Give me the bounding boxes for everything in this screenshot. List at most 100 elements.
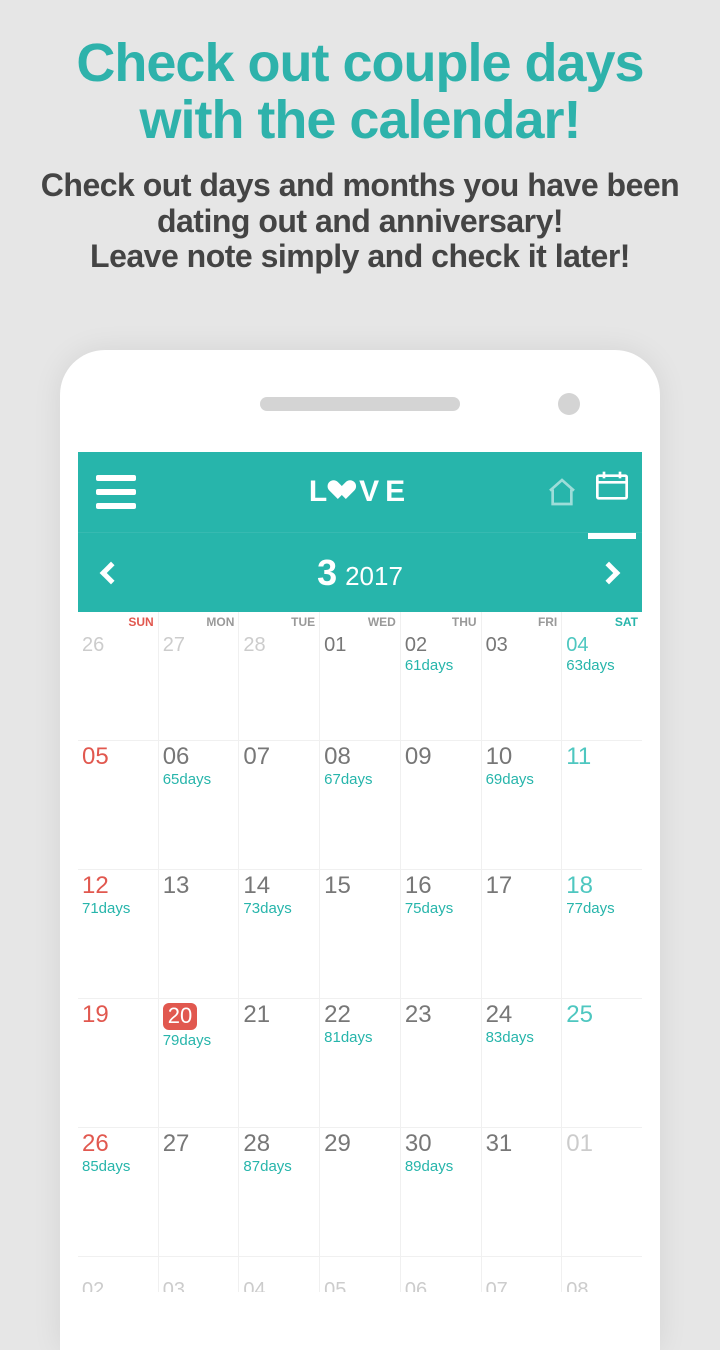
calendar-cell[interactable]: 21 [239, 999, 319, 1127]
weekday-label: FRI [538, 615, 557, 629]
day-number: 24 [486, 1003, 558, 1027]
calendar-cell[interactable]: 1271days [78, 870, 158, 998]
calendar-cell[interactable]: WED 01 [320, 612, 400, 740]
calendar-cell[interactable]: TUE 28 [239, 612, 319, 740]
day-number: 02 [82, 1280, 154, 1292]
days-count-badge: 73days [243, 900, 315, 917]
phone-camera [558, 393, 580, 415]
calendar-cell[interactable]: 0665days [159, 741, 239, 869]
calendar-cell[interactable]: 17 [482, 870, 562, 998]
calendar-cell[interactable]: 1069days [482, 741, 562, 869]
top-bar: L VE [78, 452, 642, 532]
prev-month-button[interactable] [100, 561, 123, 584]
promo-title-line2: with the calendar! [139, 90, 580, 150]
calendar-cell[interactable]: 3089days [401, 1128, 481, 1256]
day-number: 01 [324, 635, 396, 655]
calendar-cell[interactable]: 23 [401, 999, 481, 1127]
calendar-cell[interactable]: 02 [78, 1257, 158, 1292]
day-number: 18 [566, 874, 638, 898]
calendar-cell[interactable]: SUN26 [78, 612, 158, 740]
day-number: 13 [163, 874, 235, 898]
calendar-cell[interactable]: 05 [320, 1257, 400, 1292]
phone-top [60, 350, 660, 452]
calendar-cell[interactable]: 2079days [159, 999, 239, 1127]
day-number: 06 [405, 1280, 477, 1292]
calendar-cell[interactable]: THU0261days [401, 612, 481, 740]
day-number: 09 [405, 745, 477, 769]
weekday-label: TUE [291, 615, 315, 629]
calendar-cell[interactable]: 07 [239, 741, 319, 869]
day-number: 21 [243, 1003, 315, 1027]
day-number: 30 [405, 1132, 477, 1156]
calendar-cell[interactable]: 24 83days [482, 999, 562, 1127]
calendar-cell[interactable]: 04 [239, 1257, 319, 1292]
day-number: 28 [243, 635, 315, 655]
calendar-cell[interactable]: SAT0463days [562, 612, 642, 740]
calendar-cell[interactable]: 15 [320, 870, 400, 998]
day-number: 19 [82, 1003, 154, 1027]
day-number: 07 [243, 745, 315, 769]
calendar-tab[interactable] [596, 470, 628, 515]
days-count-badge: 65days [163, 771, 235, 788]
weekday-label: WED [368, 615, 396, 629]
calendar-cell[interactable]: 01 [562, 1128, 642, 1256]
weekday-label: MON [206, 615, 234, 629]
days-count-badge: 67days [324, 771, 396, 788]
calendar-cell[interactable]: 11 [562, 741, 642, 869]
calendar-cell[interactable]: 22 81days [320, 999, 400, 1127]
days-count-badge: 71days [82, 900, 154, 917]
calendar-cell[interactable]: 1877days [562, 870, 642, 998]
calendar-cell[interactable]: 03 [159, 1257, 239, 1292]
day-number: 11 [566, 745, 638, 769]
calendar-cell[interactable]: 29 [320, 1128, 400, 1256]
calendar-cell[interactable]: 08 [562, 1257, 642, 1292]
weekday-label: THU [452, 615, 477, 629]
day-number: 22 [324, 1003, 396, 1027]
next-month-button[interactable] [598, 561, 621, 584]
promo-title: Check out couple days with the calendar! [0, 0, 720, 158]
calendar-cell[interactable]: 1473days [239, 870, 319, 998]
day-number: 23 [405, 1003, 477, 1027]
app-screen: L VE 3 [78, 452, 642, 1350]
calendar-cell[interactable]: 31 [482, 1128, 562, 1256]
calendar-cell[interactable]: 06 [401, 1257, 481, 1292]
home-icon[interactable] [546, 476, 578, 508]
calendar-cell[interactable]: 19 [78, 999, 158, 1127]
month-label[interactable]: 3 2017 [317, 552, 403, 594]
day-number: 26 [82, 1132, 154, 1156]
menu-icon[interactable] [96, 475, 136, 509]
days-count-badge: 87days [243, 1158, 315, 1175]
day-number: 31 [486, 1132, 558, 1156]
promo-title-line1: Check out couple days [76, 33, 643, 93]
day-number: 03 [163, 1280, 235, 1292]
active-tab-underline [588, 533, 636, 539]
days-count-badge: 81days [324, 1029, 396, 1046]
days-count-badge: 63days [566, 657, 638, 674]
promo-sub-line3: Leave note simply and check it later! [90, 238, 630, 274]
month-nav: 3 2017 [78, 532, 642, 612]
calendar-cell[interactable]: 25 [562, 999, 642, 1127]
calendar-cell[interactable]: 09 [401, 741, 481, 869]
days-count-badge: 83days [486, 1029, 558, 1046]
calendar-cell[interactable]: MON 27 [159, 612, 239, 740]
days-count-badge: 79days [163, 1032, 235, 1049]
days-count-badge: 69days [486, 771, 558, 788]
weekday-label: SUN [128, 615, 153, 629]
calendar-cell[interactable]: 05 [78, 741, 158, 869]
calendar-cell[interactable]: 27 [159, 1128, 239, 1256]
calendar-cell[interactable]: 28 87days [239, 1128, 319, 1256]
day-number: 05 [324, 1280, 396, 1292]
calendar-cell[interactable]: FRI03 [482, 612, 562, 740]
calendar-cell[interactable]: 2685days [78, 1128, 158, 1256]
day-number: 28 [243, 1132, 315, 1156]
calendar-cell[interactable]: 13 [159, 870, 239, 998]
calendar-icon [596, 470, 628, 500]
calendar-grid: SUN26MON27TUE28WED01THU0261daysFRI03SAT0… [78, 612, 642, 1292]
day-number: 27 [163, 635, 235, 655]
calendar-cell[interactable]: 07 [482, 1257, 562, 1292]
day-number: 08 [566, 1280, 638, 1292]
calendar-cell[interactable]: 0867days [320, 741, 400, 869]
weekday-label: SAT [615, 615, 638, 629]
promo-subtitle: Check out days and months you have been … [0, 158, 720, 274]
calendar-cell[interactable]: 1675days [401, 870, 481, 998]
